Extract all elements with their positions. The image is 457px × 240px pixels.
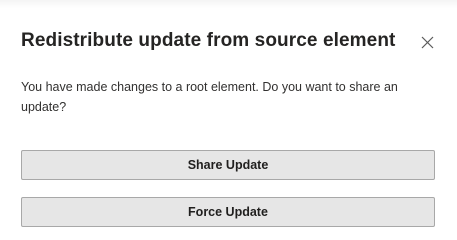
- dialog-top-edge: [0, 0, 457, 8]
- close-button[interactable]: [416, 31, 438, 53]
- force-update-button[interactable]: Force Update: [21, 197, 435, 227]
- share-update-button[interactable]: Share Update: [21, 150, 435, 180]
- dialog-message: You have made changes to a root element.…: [21, 80, 398, 114]
- dialog-title: Redistribute update from source element: [21, 30, 396, 51]
- redistribute-update-dialog: Redistribute update from source element …: [0, 0, 457, 240]
- close-icon: [421, 36, 434, 49]
